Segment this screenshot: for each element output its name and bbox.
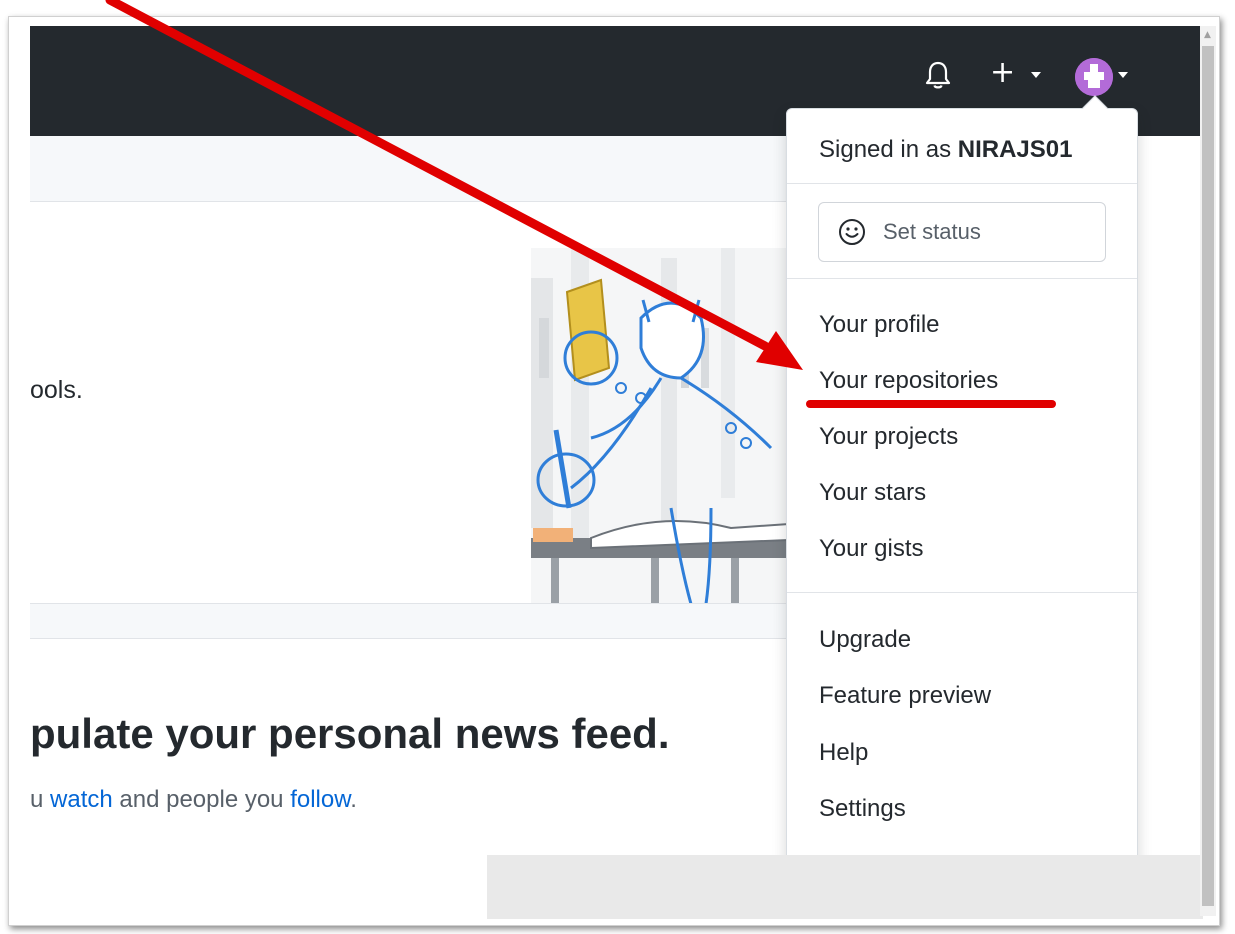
subnav-strip [30,136,790,202]
subtext-suffix: . [350,786,357,813]
menu-item-your-gists[interactable]: Your gists [819,535,924,563]
menu-divider [787,183,1137,184]
octocat-illustration [531,248,789,604]
signed-in-prefix: Signed in as [819,136,958,163]
scrollbar-thumb[interactable] [1202,46,1214,906]
menu-divider [787,592,1137,593]
caret-down-icon[interactable] [1118,72,1128,78]
subtext-middle: and people you [112,786,291,813]
scroll-up-icon[interactable]: ▲ [1204,30,1211,40]
news-feed-subtext: u watch and people you follow. [30,786,357,814]
smiley-icon [839,219,865,245]
menu-item-your-profile[interactable]: Your profile [819,311,940,339]
plus-icon[interactable]: + [990,56,1015,90]
avatar[interactable] [1075,58,1113,96]
set-status-label[interactable]: Set status [883,219,981,245]
watch-link[interactable]: watch [50,786,113,813]
menu-item-your-stars[interactable]: Your stars [819,479,926,507]
hero-bottom-band [30,603,790,639]
follow-link[interactable]: follow [290,786,350,813]
menu-divider [787,278,1137,279]
menu-item-feature-preview[interactable]: Feature preview [819,682,991,710]
menu-item-settings[interactable]: Settings [819,795,906,823]
menu-item-help[interactable]: Help [819,739,868,767]
menu-item-upgrade[interactable]: Upgrade [819,626,911,654]
screenshot-frame: + ools. pulate your personal news feed. … [0,0,1235,934]
caret-down-icon[interactable] [1031,72,1041,78]
menu-item-your-repositories[interactable]: Your repositories [819,367,998,395]
bell-icon[interactable] [925,60,951,90]
overlay-gray-panel [487,855,1203,919]
subtext-prefix: u [30,786,51,813]
menu-item-your-projects[interactable]: Your projects [819,423,958,451]
avatar-identicon-icon [1075,58,1113,96]
signed-in-label: Signed in as NIRAJS01 [819,136,1072,164]
hero-partial-text: ools. [30,376,83,404]
news-feed-heading: pulate your personal news feed. [30,710,670,757]
username[interactable]: NIRAJS01 [958,136,1073,163]
